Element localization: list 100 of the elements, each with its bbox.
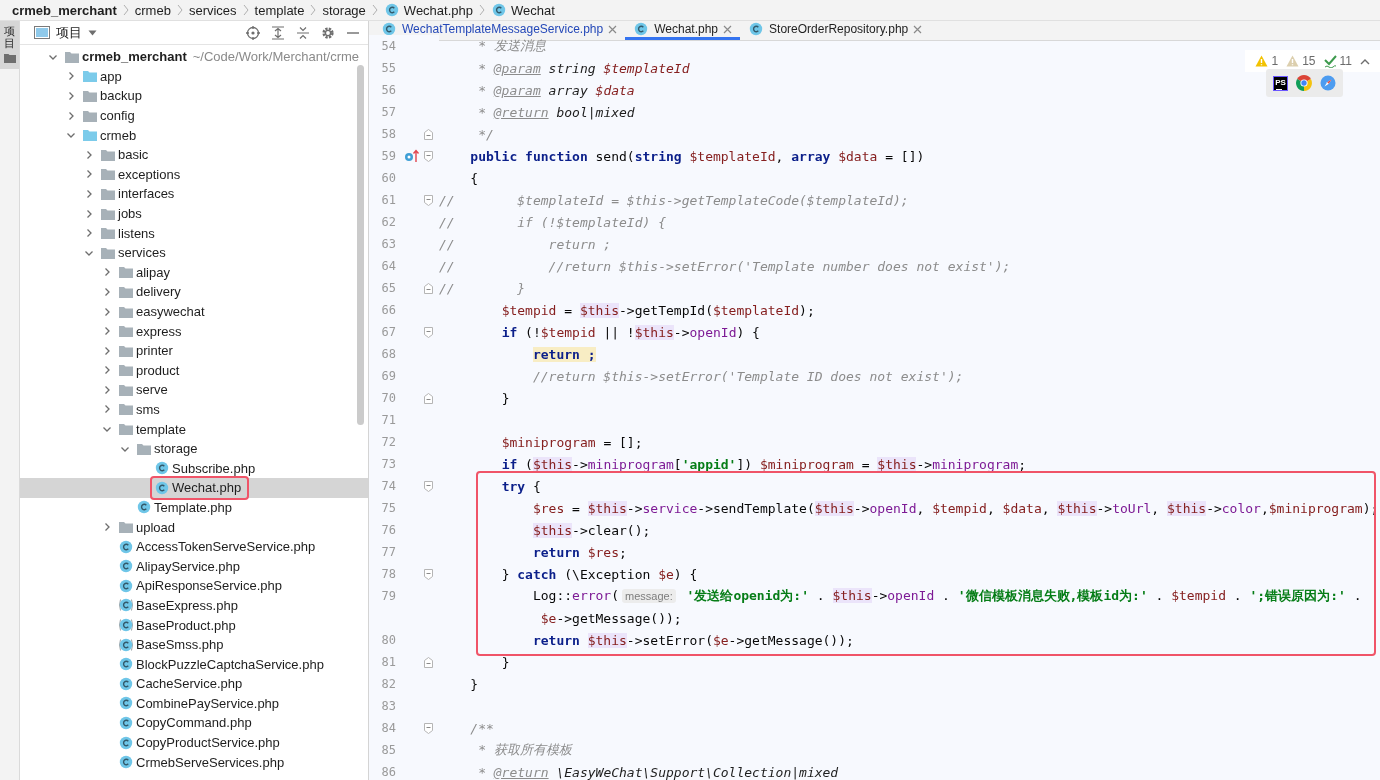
locate-icon[interactable] bbox=[246, 25, 260, 40]
tree-item[interactable]: CopyCommand.php bbox=[20, 713, 368, 733]
fold-marker-icon[interactable] bbox=[423, 480, 433, 492]
tree-item[interactable]: listens bbox=[20, 223, 368, 243]
collapse-all-icon[interactable] bbox=[296, 25, 310, 40]
chevron-icon[interactable] bbox=[102, 267, 112, 278]
fold-marker-icon[interactable] bbox=[423, 128, 433, 140]
tree-item[interactable]: crmeb bbox=[20, 125, 368, 145]
phpstorm-icon[interactable]: PS bbox=[1273, 75, 1288, 91]
chevron-icon[interactable] bbox=[84, 188, 94, 199]
breadcrumb-item[interactable]: Wechat bbox=[491, 2, 555, 18]
chevron-icon[interactable] bbox=[102, 365, 112, 376]
abstract-class-icon bbox=[118, 617, 134, 633]
inspection-count[interactable]: 15 bbox=[1302, 54, 1316, 68]
breadcrumb-item[interactable]: services bbox=[188, 2, 237, 18]
tree-item[interactable]: printer bbox=[20, 340, 368, 361]
breadcrumb-item[interactable]: Wechat.php bbox=[383, 2, 473, 18]
tree-item[interactable]: BaseSmss.php bbox=[20, 634, 368, 655]
class-icon bbox=[154, 460, 170, 477]
chevron-icon[interactable] bbox=[102, 306, 112, 317]
editor-tab[interactable]: Wechat.php bbox=[625, 21, 741, 40]
chrome-icon[interactable] bbox=[1296, 75, 1312, 91]
tree-item[interactable]: interfaces bbox=[20, 184, 368, 204]
tree-item[interactable]: serve bbox=[20, 380, 368, 400]
chevron-icon[interactable] bbox=[102, 326, 112, 337]
breadcrumb-item[interactable]: template bbox=[254, 2, 305, 18]
class-icon bbox=[136, 499, 152, 516]
chevron-icon[interactable] bbox=[84, 169, 94, 180]
tree-item[interactable]: ApiResponseService.php bbox=[20, 576, 368, 596]
expand-all-icon[interactable] bbox=[271, 25, 285, 40]
chevron-icon[interactable] bbox=[102, 404, 112, 415]
tree-item[interactable]: crmeb_merchant ~/Code/Work/Merchant/crme bbox=[20, 47, 368, 67]
tree-item[interactable]: services bbox=[20, 242, 368, 263]
fold-marker-icon[interactable] bbox=[423, 150, 433, 162]
tree-item[interactable]: basic bbox=[20, 144, 368, 165]
fold-marker-icon[interactable] bbox=[423, 194, 433, 206]
settings-icon[interactable] bbox=[321, 25, 335, 40]
fold-marker-icon[interactable] bbox=[423, 282, 433, 294]
tree-item[interactable]: easywechat bbox=[20, 301, 368, 322]
chevron-icon[interactable] bbox=[84, 208, 94, 219]
inspection-count[interactable]: 1 bbox=[1271, 54, 1279, 68]
chevron-icon[interactable] bbox=[102, 345, 112, 356]
line-number: 66 bbox=[380, 303, 396, 317]
folder-icon bbox=[118, 363, 134, 378]
fold-marker-icon[interactable] bbox=[423, 568, 433, 580]
chevron-icon[interactable] bbox=[102, 522, 112, 533]
breadcrumb-item[interactable]: storage bbox=[322, 2, 366, 18]
close-icon[interactable] bbox=[723, 24, 733, 34]
tree-item[interactable]: config bbox=[20, 105, 368, 126]
chevron-icon bbox=[122, 4, 129, 16]
chevron-icon[interactable] bbox=[102, 286, 112, 297]
tree-item[interactable]: upload bbox=[20, 517, 368, 537]
caret-icon[interactable] bbox=[1360, 57, 1370, 65]
tree-item[interactable]: CopyProductService.php bbox=[20, 732, 368, 753]
tree-item[interactable]: exceptions bbox=[20, 164, 368, 185]
scrollbar[interactable] bbox=[357, 65, 364, 425]
tree-item[interactable]: storage bbox=[20, 438, 368, 459]
code-line: $e->getMessage()); bbox=[539, 610, 682, 626]
line-number: 57 bbox=[380, 105, 396, 119]
close-icon[interactable] bbox=[608, 24, 618, 34]
tree-item[interactable]: alipay bbox=[20, 262, 368, 283]
fold-marker-icon[interactable] bbox=[423, 326, 433, 338]
tree-item[interactable]: template bbox=[20, 419, 368, 439]
tree-item[interactable]: BlockPuzzleCaptchaService.php bbox=[20, 654, 368, 674]
chevron-icon[interactable] bbox=[84, 228, 94, 239]
breadcrumb-item[interactable]: crmeb_merchant bbox=[12, 2, 117, 18]
project-view-dropdown[interactable]: 项目 bbox=[34, 23, 97, 42]
line-number: 72 bbox=[380, 435, 396, 449]
tree-item[interactable]: Template.php bbox=[20, 497, 368, 518]
close-icon[interactable] bbox=[913, 24, 923, 34]
tree-item[interactable]: CombinePayService.php bbox=[20, 693, 368, 714]
tree-item[interactable]: BaseProduct.php bbox=[20, 615, 368, 635]
tree-item[interactable]: BaseExpress.php bbox=[20, 595, 368, 616]
chevron-icon[interactable] bbox=[66, 110, 76, 121]
tree-item[interactable]: jobs bbox=[20, 203, 368, 224]
chevron-icon[interactable] bbox=[66, 71, 76, 82]
tree-item[interactable]: AccessTokenServeService.php bbox=[20, 536, 368, 557]
tree-item[interactable]: CrmebServeServices.php bbox=[20, 752, 368, 772]
project-tool-button[interactable]: 项目 bbox=[0, 21, 19, 70]
fold-marker-icon[interactable] bbox=[423, 392, 433, 404]
tree-item[interactable]: CacheService.php bbox=[20, 674, 368, 694]
editor-tab[interactable]: StoreOrderRepository.php bbox=[740, 21, 931, 40]
implements-icon[interactable] bbox=[404, 149, 420, 163]
breadcrumb-item[interactable]: crmeb bbox=[134, 2, 171, 18]
inspection-count[interactable]: 11 bbox=[1339, 54, 1352, 68]
chevron-icon[interactable] bbox=[84, 149, 94, 160]
tree-item[interactable]: backup bbox=[20, 86, 368, 106]
tree-item[interactable]: express bbox=[20, 321, 368, 341]
line-number: 76 bbox=[380, 523, 396, 537]
chevron-icon[interactable] bbox=[102, 384, 112, 395]
tree-item[interactable]: Subscribe.php bbox=[20, 458, 368, 479]
tree-item[interactable]: sms bbox=[20, 399, 368, 420]
tree-item[interactable]: app bbox=[20, 66, 368, 87]
tree-item[interactable]: AlipayService.php bbox=[20, 556, 368, 577]
fold-marker-icon[interactable] bbox=[423, 656, 433, 668]
chevron-icon[interactable] bbox=[66, 91, 76, 101]
tree-item[interactable]: delivery bbox=[20, 282, 368, 302]
fold-marker-icon[interactable] bbox=[423, 722, 433, 734]
tree-item[interactable]: product bbox=[20, 360, 368, 381]
tree-item[interactable]: Wechat.php bbox=[20, 478, 368, 498]
